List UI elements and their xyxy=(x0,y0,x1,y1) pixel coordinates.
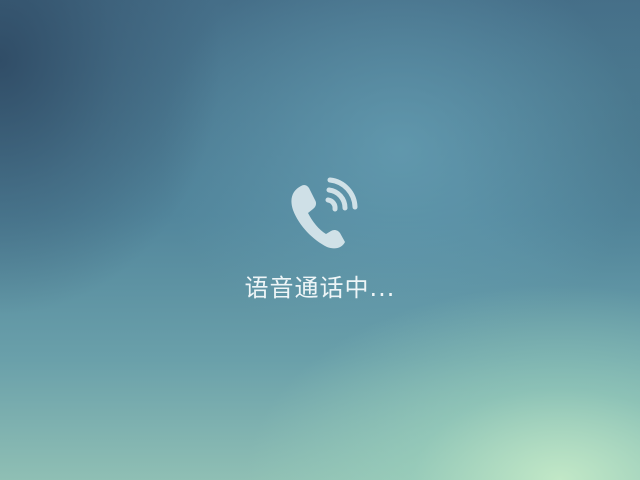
phone-ringing-icon xyxy=(287,176,363,252)
voice-call-screen: 语音通话中... xyxy=(0,0,640,480)
call-status-text: 语音通话中... xyxy=(244,274,396,302)
